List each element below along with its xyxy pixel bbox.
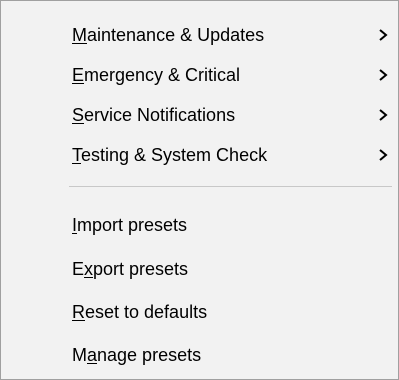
menu-item-label: Manage presets (72, 344, 202, 365)
menu-item-manage-presets[interactable]: Manage presets (4, 335, 395, 375)
menu-item-label: Testing & System Check (72, 144, 268, 165)
menu-item-label: Service Notifications (72, 104, 236, 125)
menu-separator (69, 186, 392, 187)
menu-item-label: Export presets (72, 258, 189, 279)
menu-item-label: Import presets (72, 214, 188, 235)
menu-item-reset-to-defaults[interactable]: Reset to defaults (4, 292, 395, 332)
chevron-right-icon (377, 148, 389, 162)
chevron-right-icon (377, 68, 389, 82)
chevron-right-icon (377, 108, 389, 122)
menu-item-label: Maintenance & Updates (72, 24, 265, 45)
menu-item-service-notifications[interactable]: Service Notifications (4, 95, 395, 135)
menu-item-label: Reset to defaults (72, 301, 208, 322)
menu-item-label: Emergency & Critical (72, 64, 241, 85)
menu-item-emergency-critical[interactable]: Emergency & Critical (4, 55, 395, 95)
menu-item-testing-system-check[interactable]: Testing & System Check (4, 135, 395, 175)
chevron-right-icon (377, 28, 389, 42)
menu-item-export-presets[interactable]: Export presets (4, 249, 395, 289)
menu-item-import-presets[interactable]: Import presets (4, 205, 395, 245)
menu-item-maintenance-updates[interactable]: Maintenance & Updates (4, 15, 395, 55)
context-menu: Maintenance & Updates Emergency & Critic… (0, 0, 399, 380)
